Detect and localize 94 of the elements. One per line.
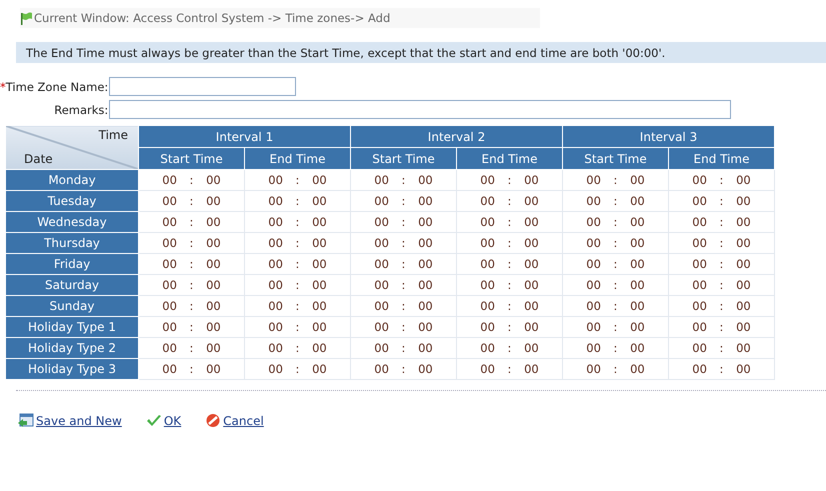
- field-label: *Time Zone Name:: [0, 80, 108, 94]
- column-header: End Time: [668, 148, 774, 170]
- time-field[interactable]: 00 : 00: [668, 316, 774, 338]
- cancel-icon: [205, 413, 222, 428]
- time-field[interactable]: 00 : 00: [350, 212, 456, 232]
- time-field[interactable]: 00 : 00: [668, 170, 774, 190]
- time-field[interactable]: 00 : 00: [562, 232, 668, 254]
- time-field[interactable]: 00 : 00: [244, 338, 350, 358]
- time-field[interactable]: 00 : 00: [456, 358, 562, 380]
- day-cell: Holiday Type 1: [6, 316, 138, 338]
- time-field[interactable]: 00 : 00: [668, 212, 774, 232]
- breadcrumb: Current Window: Access Control System -> Time zones-> Add: [34, 11, 390, 25]
- time-field[interactable]: 00 : 00: [562, 296, 668, 316]
- time-field[interactable]: 00 : 00: [562, 338, 668, 358]
- time-field[interactable]: 00 : 00: [668, 274, 774, 296]
- time-field[interactable]: 00 : 00: [456, 232, 562, 254]
- field-label: Remarks:: [53, 102, 108, 116]
- input-field[interactable]: [109, 100, 732, 119]
- column-header: End Time: [244, 148, 350, 170]
- time-field[interactable]: 00 : 00: [456, 170, 562, 190]
- time-field[interactable]: 00 : 00: [350, 296, 456, 316]
- time-field[interactable]: 00 : 00: [350, 232, 456, 254]
- time-field[interactable]: 00 : 00: [350, 274, 456, 296]
- time-field[interactable]: 00 : 00: [138, 296, 244, 316]
- column-header: Start Time: [562, 148, 668, 170]
- checkmark-icon: [146, 413, 162, 428]
- time-field[interactable]: 00 : 00: [244, 358, 350, 380]
- input-field[interactable]: [109, 77, 296, 96]
- header-text: Date: [24, 152, 53, 166]
- day-cell: Tuesday: [6, 190, 138, 212]
- day-cell: Monday: [6, 170, 138, 190]
- time-field[interactable]: 00 : 00: [456, 296, 562, 316]
- time-field[interactable]: 00 : 00: [244, 190, 350, 212]
- time-field[interactable]: 00 : 00: [456, 274, 562, 296]
- flag-icon: [20, 12, 33, 24]
- time-field[interactable]: 00 : 00: [668, 296, 774, 316]
- time-field[interactable]: 00 : 00: [668, 232, 774, 254]
- time-field[interactable]: 00 : 00: [138, 254, 244, 274]
- time-field[interactable]: 00 : 00: [562, 212, 668, 232]
- time-field[interactable]: 00 : 00: [350, 358, 456, 380]
- column-header: Start Time: [350, 148, 456, 170]
- cancel-link[interactable]: Cancel: [205, 413, 264, 428]
- time-field[interactable]: 00 : 00: [350, 190, 456, 212]
- time-field[interactable]: 00 : 00: [138, 358, 244, 380]
- time-field[interactable]: 00 : 00: [350, 170, 456, 190]
- time-field[interactable]: 00 : 00: [138, 212, 244, 232]
- day-cell: Friday: [6, 254, 138, 274]
- time-field[interactable]: 00 : 00: [138, 338, 244, 358]
- time-field[interactable]: 00 : 00: [244, 212, 350, 232]
- time-field[interactable]: 00 : 00: [562, 190, 668, 212]
- day-cell: Thursday: [6, 232, 138, 254]
- day-cell: Sunday: [6, 296, 138, 316]
- day-cell: Saturday: [6, 274, 138, 296]
- time-field[interactable]: 00 : 00: [350, 338, 456, 358]
- notice-text: The End Time must always be greater than the Start Time, except that the start and end time are both '00:00'.: [26, 46, 666, 60]
- time-field[interactable]: 00 : 00: [138, 232, 244, 254]
- time-field[interactable]: 00 : 00: [244, 296, 350, 316]
- day-cell: Wednesday: [6, 212, 138, 232]
- time-field[interactable]: 00 : 00: [668, 190, 774, 212]
- time-field[interactable]: 00 : 00: [668, 254, 774, 274]
- time-field[interactable]: 00 : 00: [244, 316, 350, 338]
- save-link[interactable]: Save and New: [18, 413, 122, 428]
- time-field[interactable]: 00 : 00: [562, 274, 668, 296]
- time-field[interactable]: 00 : 00: [456, 212, 562, 232]
- time-field[interactable]: 00 : 00: [244, 170, 350, 190]
- interval-header: Interval 1: [138, 126, 350, 148]
- time-field[interactable]: 00 : 00: [350, 254, 456, 274]
- time-field[interactable]: 00 : 00: [562, 170, 668, 190]
- time-field[interactable]: 00 : 00: [244, 274, 350, 296]
- header-text: Time: [98, 128, 128, 142]
- interval-header: Interval 2: [350, 126, 562, 148]
- time-field[interactable]: 00 : 00: [138, 274, 244, 296]
- day-cell: Holiday Type 2: [6, 338, 138, 358]
- day-cell: Holiday Type 3: [6, 358, 138, 380]
- time-field[interactable]: 00 : 00: [668, 338, 774, 358]
- time-field[interactable]: 00 : 00: [138, 316, 244, 338]
- time-field[interactable]: 00 : 00: [244, 254, 350, 274]
- ok-link[interactable]: OK: [146, 413, 182, 428]
- time-field[interactable]: 00 : 00: [138, 190, 244, 212]
- time-field[interactable]: 00 : 00: [668, 358, 774, 380]
- time-field[interactable]: 00 : 00: [350, 316, 456, 338]
- column-header: Start Time: [138, 148, 244, 170]
- column-header: End Time: [456, 148, 562, 170]
- time-field[interactable]: 00 : 00: [562, 254, 668, 274]
- time-field[interactable]: 00 : 00: [456, 338, 562, 358]
- time-field[interactable]: 00 : 00: [456, 316, 562, 338]
- save-icon: [18, 413, 34, 428]
- time-field[interactable]: 00 : 00: [138, 170, 244, 190]
- time-field[interactable]: 00 : 00: [562, 358, 668, 380]
- time-field[interactable]: 00 : 00: [244, 232, 350, 254]
- time-field[interactable]: 00 : 00: [562, 316, 668, 338]
- time-field[interactable]: 00 : 00: [456, 190, 562, 212]
- time-field[interactable]: 00 : 00: [456, 254, 562, 274]
- interval-header: Interval 3: [562, 126, 774, 148]
